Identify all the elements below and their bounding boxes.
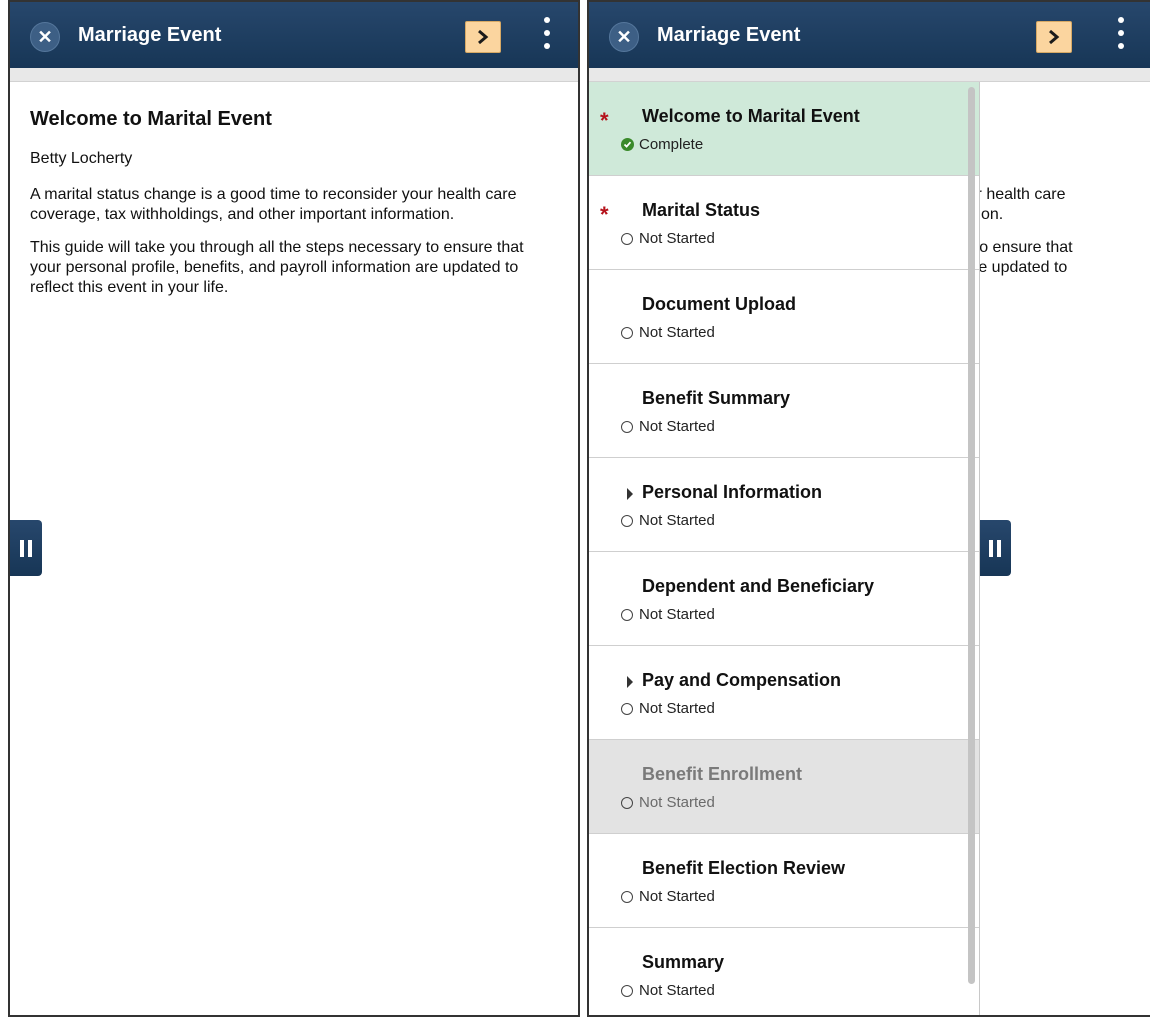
not-started-circle-icon <box>621 233 633 245</box>
nav-scrollbar[interactable] <box>968 87 975 984</box>
nav-item-label: Summary <box>642 952 725 972</box>
nav-item: Benefit Enrollment Not Started <box>589 740 979 834</box>
not-started-circle-icon <box>621 421 633 433</box>
close-button[interactable]: ✕ <box>609 22 639 52</box>
not-started-circle-icon <box>621 891 633 903</box>
nav-item[interactable]: * Welcome to Marital Event Complete <box>589 82 979 176</box>
not-started-circle-icon <box>621 985 633 997</box>
nav-item-label: Marital Status <box>642 200 761 220</box>
nav-item-status: Not Started <box>639 606 715 623</box>
not-started-circle-icon <box>621 327 633 339</box>
page-title: Marriage Event <box>657 24 801 46</box>
not-started-circle-icon <box>621 797 633 809</box>
nav-item-status: Not Started <box>639 794 715 811</box>
nav-item-label: Benefit Enrollment <box>642 764 803 784</box>
right-panel: ✕ Marriage Event Welcome to Marital Even… <box>587 0 1150 1017</box>
nav-item[interactable]: Personal Information Not Started <box>589 458 979 552</box>
more-actions-button[interactable] <box>537 17 557 55</box>
close-icon: ✕ <box>616 26 632 47</box>
nav-item-label: Benefit Summary <box>642 388 791 408</box>
employee-name: Betty Locherty <box>30 150 133 167</box>
nav-item-label: Pay and Compensation <box>642 670 842 690</box>
close-icon: ✕ <box>37 26 53 47</box>
nav-item[interactable]: Document Upload Not Started <box>589 270 979 364</box>
required-star-icon: * <box>600 108 609 133</box>
nav-item[interactable]: Benefit Summary Not Started <box>589 364 979 458</box>
required-star-icon: * <box>600 202 609 227</box>
not-started-circle-icon <box>621 515 633 527</box>
nav-item-label: Document Upload <box>642 294 797 314</box>
nav-item[interactable]: Dependent and Beneficiary Not Started <box>589 552 979 646</box>
intro-paragraph: A marital status change is a good time t… <box>30 186 517 223</box>
header-divider <box>589 68 1150 82</box>
not-started-circle-icon <box>621 609 633 621</box>
next-button[interactable] <box>465 21 501 53</box>
nav-item-label: Benefit Election Review <box>642 858 846 878</box>
nav-item-status: Not Started <box>639 982 715 999</box>
chevron-right-icon <box>478 29 489 45</box>
expand-arrow-icon[interactable] <box>627 676 633 688</box>
complete-check-icon <box>621 138 634 151</box>
pause-bars-icon <box>20 539 24 557</box>
nav-item-status: Not Started <box>639 418 715 435</box>
not-started-circle-icon <box>621 703 633 715</box>
header-bar: ✕ Marriage Event <box>589 2 1150 68</box>
header-divider <box>10 68 578 82</box>
nav-item-status: Not Started <box>639 888 715 905</box>
main-content: Welcome to Marital Event Betty Locherty … <box>30 107 550 311</box>
nav-item-label: Welcome to Marital Event <box>642 106 860 126</box>
close-button[interactable]: ✕ <box>30 22 60 52</box>
nav-item-status: Not Started <box>639 230 715 247</box>
expand-arrow-icon[interactable] <box>627 488 633 500</box>
activity-guide-nav: * Welcome to Marital Event Complete * Marita… <box>589 82 980 1015</box>
next-button[interactable] <box>1036 21 1072 53</box>
nav-item[interactable]: Benefit Election Review Not Started <box>589 834 979 928</box>
nav-item-label: Personal Information <box>642 482 823 502</box>
header-bar: ✕ Marriage Event <box>10 2 578 68</box>
nav-item[interactable]: * Marital Status Not Started <box>589 176 979 270</box>
panel-toggle-handle[interactable] <box>10 520 42 576</box>
vertical-ellipsis-icon <box>544 17 550 23</box>
nav-item-status: Not Started <box>639 324 715 341</box>
panel-toggle-handle[interactable] <box>979 520 1011 576</box>
vertical-ellipsis-icon <box>1118 17 1124 23</box>
pause-bars-icon <box>989 539 993 557</box>
nav-item[interactable]: Pay and Compensation Not Started <box>589 646 979 740</box>
nav-item-status: Complete <box>639 136 704 153</box>
chevron-right-icon <box>1049 29 1060 45</box>
content-title: Welcome to Marital Event <box>30 108 272 130</box>
nav-item-label: Dependent and Beneficiary <box>642 576 875 596</box>
nav-item-status: Not Started <box>639 512 715 529</box>
nav-item-status: Not Started <box>639 700 715 717</box>
left-panel: ✕ Marriage Event Welcome to Marital Even… <box>8 0 580 1017</box>
more-actions-button[interactable] <box>1111 17 1131 55</box>
nav-item[interactable]: Summary Not Started <box>589 928 979 1015</box>
guide-paragraph: This guide will take you through all the… <box>30 239 524 296</box>
page-title: Marriage Event <box>78 24 222 46</box>
